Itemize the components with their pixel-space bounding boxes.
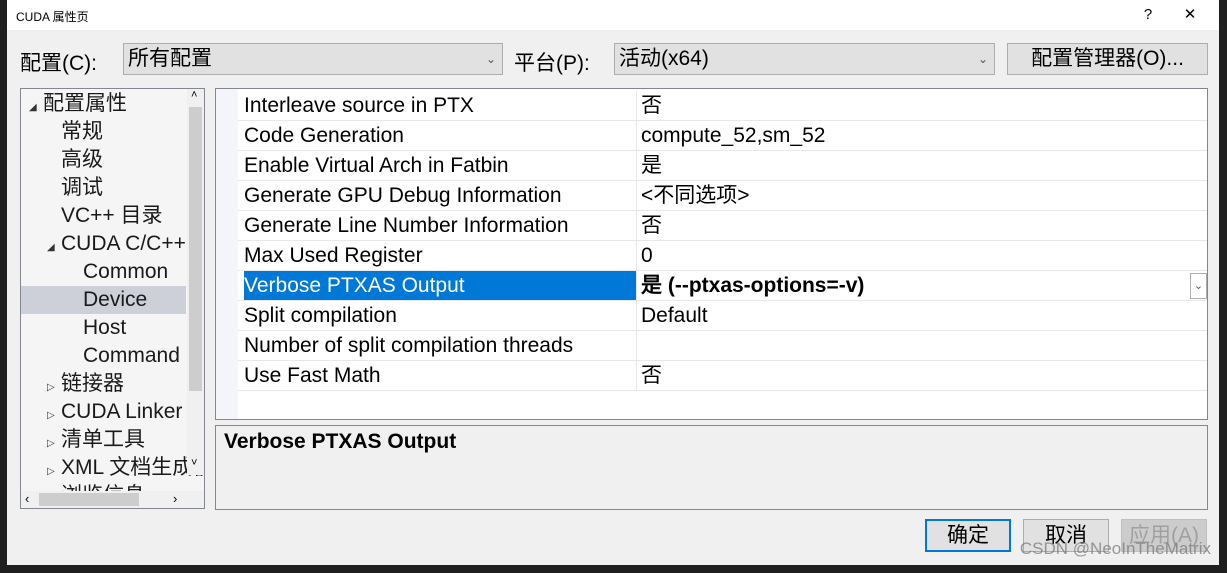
- collapse-icon[interactable]: ◢: [47, 234, 61, 262]
- property-value[interactable]: 0: [636, 241, 1207, 270]
- property-value[interactable]: [636, 331, 1207, 360]
- property-value[interactable]: 是 (--ptxas-options=-v): [636, 271, 1207, 300]
- tree-item-label: CUDA C/C++: [61, 232, 186, 255]
- property-value[interactable]: <不同选项>: [636, 181, 1207, 210]
- horizontal-scrollbar[interactable]: ‹ ›: [21, 491, 204, 508]
- property-row[interactable]: Use Fast Math 否: [238, 361, 1207, 391]
- grid-gutter: [216, 89, 238, 419]
- properties-dialog: CUDA 属性页 ? ✕ 配置(C): 所有配置 ⌄ 平台(P): 活动(x64)…: [7, 0, 1219, 565]
- tree-item[interactable]: VC++ 目录: [21, 202, 186, 230]
- scroll-up-icon[interactable]: ˄: [191, 89, 197, 101]
- property-name: Verbose PTXAS Output: [244, 271, 636, 300]
- tree-item[interactable]: 高级: [21, 146, 186, 174]
- vertical-scrollbar[interactable]: ˄ ˅: [187, 89, 204, 475]
- property-name: Interleave source in PTX: [244, 94, 474, 117]
- property-value[interactable]: Default: [636, 301, 1207, 330]
- config-manager-button[interactable]: 配置管理器(O)...: [1007, 43, 1208, 75]
- property-name: Generate Line Number Information: [244, 214, 569, 237]
- scroll-thumb[interactable]: [39, 493, 139, 506]
- tree-item-label: Host: [83, 316, 127, 339]
- window-title: CUDA 属性页: [16, 10, 89, 24]
- tree-item-label: VC++ 目录: [61, 204, 163, 227]
- expand-icon[interactable]: ▷: [47, 430, 61, 458]
- chevron-down-icon[interactable]: ⌄: [1190, 273, 1207, 299]
- scroll-down-icon[interactable]: ˅: [191, 457, 197, 469]
- tree-item[interactable]: ▷ CUDA Linker: [21, 398, 186, 426]
- property-name: Use Fast Math: [244, 364, 381, 387]
- tree-item[interactable]: 常规: [21, 118, 186, 146]
- tree-item[interactable]: Common: [21, 258, 186, 286]
- tree-item-label: 清单工具: [61, 428, 145, 451]
- property-tree[interactable]: ▷浏览信息▷XML 文档生成器▷清单工具▷CUDA Linker▷链接器Comm…: [20, 88, 205, 509]
- title-bar: CUDA 属性页 ? ✕: [7, 0, 1219, 30]
- property-name: Split compilation: [244, 304, 397, 327]
- tree-item-label: 高级: [61, 148, 103, 171]
- tree-item-label: Device: [83, 288, 148, 311]
- property-value[interactable]: 是: [636, 151, 1207, 180]
- platform-value: 活动(x64): [619, 47, 709, 70]
- tree-item-label: Common: [83, 260, 169, 283]
- expand-icon[interactable]: ▷: [47, 374, 61, 402]
- ok-button[interactable]: 确定: [925, 519, 1011, 552]
- platform-label: 平台(P):: [514, 52, 590, 75]
- tree-item[interactable]: ◢ 配置属性: [21, 90, 186, 118]
- property-row[interactable]: Code Generation compute_52,sm_52: [238, 121, 1207, 151]
- tree-item-label: 调试: [61, 176, 103, 199]
- config-select[interactable]: 所有配置 ⌄: [123, 43, 503, 75]
- tree-item[interactable]: ◢ CUDA C/C++: [21, 230, 186, 258]
- property-value[interactable]: 否: [636, 361, 1207, 390]
- property-row[interactable]: Verbose PTXAS Output 是 (--ptxas-options=-…: [238, 271, 1207, 301]
- platform-select[interactable]: 活动(x64) ⌄: [614, 43, 995, 75]
- property-row[interactable]: Generate GPU Debug Information <不同选项>: [238, 181, 1207, 211]
- description-panel: Verbose PTXAS Output: [215, 425, 1208, 510]
- config-value: 所有配置: [128, 47, 212, 70]
- tree-item[interactable]: ▷ XML 文档生成器: [21, 454, 204, 482]
- property-value[interactable]: 否: [636, 211, 1207, 240]
- property-row[interactable]: Split compilation Default: [238, 301, 1207, 331]
- property-row[interactable]: Interleave source in PTX 否: [238, 91, 1207, 121]
- tree-item[interactable]: ▷ 清单工具: [21, 426, 186, 454]
- collapse-icon[interactable]: ◢: [29, 94, 43, 122]
- property-row[interactable]: Enable Virtual Arch in Fatbin 是: [238, 151, 1207, 181]
- tree-item-label: 常规: [61, 120, 103, 143]
- property-grid: Interleave source in PTX 否 Code Generation…: [215, 88, 1208, 420]
- config-label: 配置(C):: [20, 52, 97, 75]
- tree-item[interactable]: ▷ 链接器: [21, 370, 186, 398]
- property-value[interactable]: 否: [636, 91, 1207, 120]
- tree-item[interactable]: Host: [21, 314, 186, 342]
- scroll-right-icon[interactable]: ›: [173, 491, 177, 506]
- property-row[interactable]: Number of split compilation threads: [238, 331, 1207, 361]
- property-name: Code Generation: [244, 124, 404, 147]
- tree-item-label: 链接器: [61, 372, 124, 395]
- property-name: Max Used Register: [244, 244, 423, 267]
- tree-item[interactable]: 调试: [21, 174, 186, 202]
- property-name: Number of split compilation threads: [244, 334, 574, 357]
- chevron-down-icon: ⌄: [485, 52, 496, 66]
- property-row[interactable]: Max Used Register 0: [238, 241, 1207, 271]
- tree-item-label: XML 文档生成器: [61, 456, 205, 479]
- description-title: Verbose PTXAS Output: [224, 430, 457, 453]
- scroll-left-icon[interactable]: ‹: [25, 491, 29, 506]
- property-name: Enable Virtual Arch in Fatbin: [244, 154, 509, 177]
- tree-item[interactable]: Device: [21, 286, 186, 314]
- tree-item[interactable]: Command Line: [21, 342, 204, 370]
- help-button[interactable]: ?: [1133, 3, 1163, 27]
- close-button[interactable]: ✕: [1175, 3, 1205, 27]
- property-name: Generate GPU Debug Information: [244, 184, 562, 207]
- scroll-thumb[interactable]: [189, 107, 202, 391]
- tree-item-label: 配置属性: [43, 92, 127, 115]
- tree-item-label: CUDA Linker: [61, 400, 183, 423]
- watermark: CSDN @NeoInTheMatrix: [1019, 539, 1211, 558]
- property-row[interactable]: Generate Line Number Information 否: [238, 211, 1207, 241]
- chevron-down-icon: ⌄: [977, 52, 988, 66]
- expand-icon[interactable]: ▷: [47, 402, 61, 430]
- expand-icon[interactable]: ▷: [47, 458, 61, 486]
- property-value[interactable]: compute_52,sm_52: [636, 121, 1207, 150]
